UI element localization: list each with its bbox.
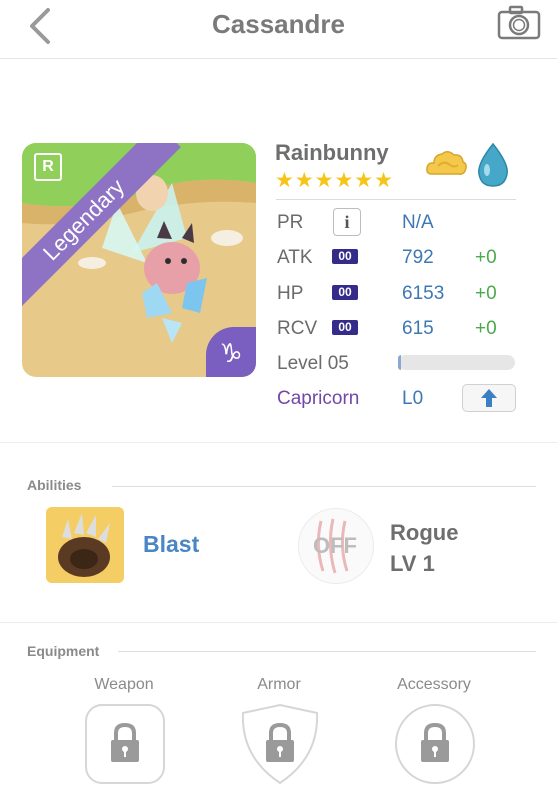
hp-label: HP (277, 283, 304, 304)
rarity-badge: R (34, 153, 62, 181)
class-state-label: OFF (313, 533, 357, 558)
star-rating: ★★★★★★ (275, 169, 394, 192)
section-divider (0, 442, 557, 443)
level-progress-bar (398, 355, 515, 370)
hp-badge: 00 (332, 285, 358, 300)
capricorn-sign-icon: ♑ (206, 327, 256, 377)
ability-name-link[interactable]: Blast (143, 531, 199, 558)
pr-value: N/A (402, 212, 434, 233)
rcv-value: 615 (402, 318, 434, 339)
abilities-heading: Abilities (27, 477, 82, 493)
bear-paw-icon[interactable] (46, 507, 124, 583)
equipment-heading-line (118, 651, 536, 652)
class-level: LV 1 (390, 551, 435, 576)
arrow-up-icon (481, 389, 497, 407)
pet-card-image[interactable]: R Legendary ♑ (22, 143, 256, 377)
pet-name: Rainbunny (275, 140, 389, 165)
zodiac-level: L0 (402, 388, 424, 409)
armor-slot[interactable] (239, 703, 321, 785)
info-icon[interactable]: i (333, 208, 361, 236)
class-name: Rogue (390, 520, 459, 545)
section-divider (0, 622, 557, 623)
rcv-bonus: +0 (475, 318, 497, 339)
level-label: Level 05 (277, 353, 349, 374)
accessory-slot[interactable] (394, 703, 476, 785)
weapon-label: Weapon (94, 676, 154, 693)
page-title: Cassandre (212, 9, 345, 39)
atk-badge: 00 (332, 249, 358, 264)
atk-value: 792 (402, 247, 434, 268)
top-bar: Cassandre (0, 0, 557, 59)
water-drop-icon (478, 142, 508, 187)
armor-label: Armor (257, 676, 301, 693)
weapon-slot[interactable] (84, 703, 166, 785)
hp-value: 6153 (402, 283, 445, 304)
atk-bonus: +0 (475, 247, 497, 268)
camera-icon[interactable] (497, 4, 541, 40)
upgrade-button[interactable] (462, 384, 516, 412)
rcv-label: RCV (277, 318, 318, 339)
stats-divider (276, 199, 516, 200)
pr-label: PR (277, 212, 304, 233)
level-progress-fill (398, 355, 401, 370)
hp-bonus: +0 (475, 283, 497, 304)
rcv-badge: 00 (332, 320, 358, 335)
atk-label: ATK (277, 247, 313, 268)
cloud-icon (426, 151, 467, 175)
accessory-label: Accessory (397, 676, 471, 693)
abilities-heading-line (112, 486, 536, 487)
equipment-heading: Equipment (27, 643, 100, 659)
zodiac-sign-label: Capricorn (277, 388, 360, 409)
